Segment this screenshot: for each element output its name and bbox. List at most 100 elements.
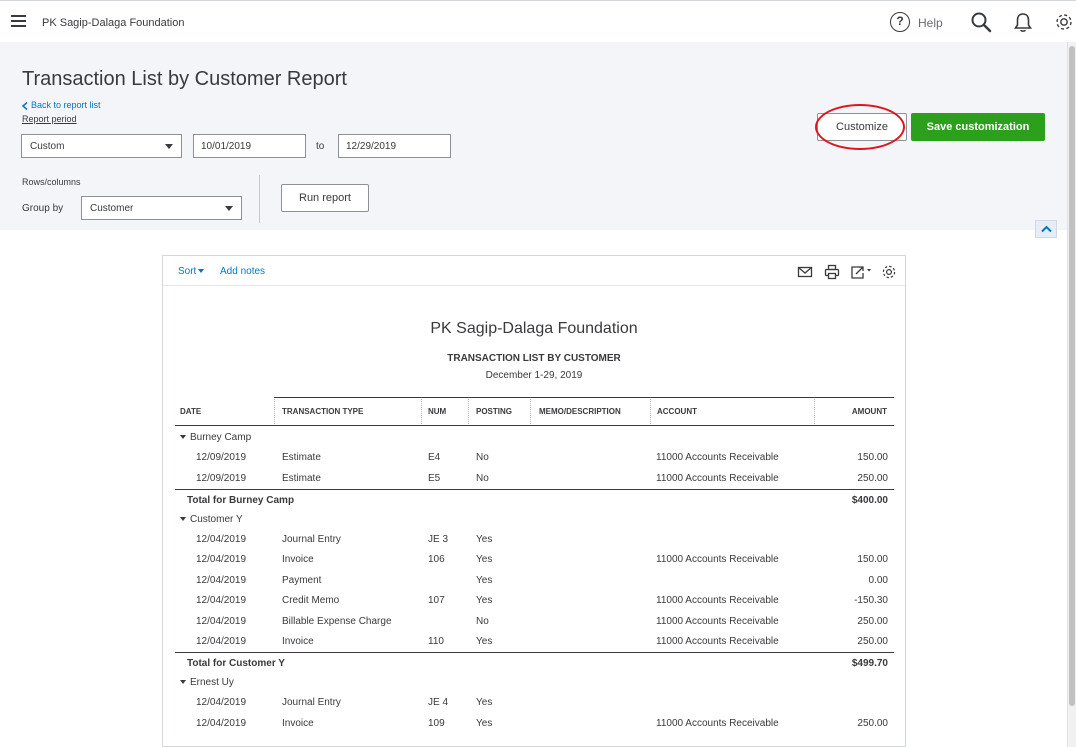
cell-transaction-type: Payment <box>282 574 322 586</box>
cell-amount: -150.30 <box>854 595 888 607</box>
cell-amount: 250.00 <box>857 717 888 729</box>
cell-num: E5 <box>428 472 441 484</box>
col-header-memo[interactable]: MEMO/DESCRIPTION <box>539 407 621 416</box>
chevron-down-icon <box>225 206 233 211</box>
back-to-report-list-link[interactable]: Back to report list <box>21 100 101 110</box>
chevron-down-icon <box>180 435 186 440</box>
cell-transaction-type: Journal Entry <box>282 697 341 709</box>
cell-date: 12/04/2019 <box>196 636 247 647</box>
cell-num: 109 <box>428 717 445 729</box>
col-header-transaction-type[interactable]: TRANSACTION TYPE <box>282 407 363 416</box>
table-row[interactable]: 12/04/2019 Credit Memo 107 Yes 11000 Account… <box>175 591 894 611</box>
company-name: PK Sagip-Dalaga Foundation <box>42 17 185 29</box>
chevron-left-icon <box>21 101 28 110</box>
report-date-range: December 1-29, 2019 <box>485 370 583 381</box>
report-title: TRANSACTION LIST BY CUSTOMER <box>447 353 621 364</box>
date-from-input[interactable]: 10/01/2019 <box>193 134 306 158</box>
col-header-account[interactable]: ACCOUNT <box>657 407 697 416</box>
header-rule <box>175 425 894 426</box>
cell-date: 12/04/2019 <box>196 717 247 729</box>
col-header-posting[interactable]: POSTING <box>476 407 512 416</box>
cell-account: 11000 Accounts Receivable <box>656 615 779 627</box>
total-label: Total for Burney Camp <box>187 495 295 507</box>
cell-posting: Yes <box>476 636 493 647</box>
print-icon[interactable] <box>824 264 840 280</box>
run-report-button[interactable]: Run report <box>281 184 369 212</box>
cell-num: JE 4 <box>428 697 449 709</box>
chevron-up-icon <box>1041 225 1052 233</box>
cell-posting: Yes <box>476 554 493 566</box>
cell-date: 12/09/2019 <box>196 452 247 464</box>
help-icon[interactable]: ? <box>890 12 910 32</box>
cell-amount: 150.00 <box>857 452 888 464</box>
save-customization-button[interactable]: Save customization <box>911 113 1045 141</box>
help-label[interactable]: Help <box>918 16 943 30</box>
header-rule <box>274 397 894 398</box>
table-row[interactable]: 12/04/2019 Invoice 109 Yes 11000 Accounts Re… <box>175 714 894 734</box>
date-to-input[interactable]: 12/29/2019 <box>338 134 451 158</box>
report-company-name: PK Sagip-Dalaga Foundation <box>430 320 638 337</box>
cell-date: 12/09/2019 <box>196 472 247 484</box>
col-header-amount[interactable]: AMOUNT <box>852 407 887 416</box>
add-notes-link[interactable]: Add notes <box>220 266 265 277</box>
bell-icon[interactable] <box>1013 12 1033 34</box>
col-header-date[interactable]: DATE <box>180 407 201 416</box>
cell-posting: Yes <box>476 717 493 729</box>
cell-transaction-type: Invoice <box>282 636 314 647</box>
table-row[interactable]: 12/09/2019 Estimate E5 No 11000 Accounts Rec… <box>175 469 894 489</box>
cell-transaction-type: Invoice <box>282 554 314 566</box>
cell-posting: Yes <box>476 574 493 586</box>
cell-account: 11000 Accounts Receivable <box>656 554 779 566</box>
table-row[interactable]: 12/09/2019 Estimate E4 No 11000 Accounts Rec… <box>175 448 894 468</box>
cell-date: 12/04/2019 <box>196 697 247 709</box>
cell-num: 110 <box>428 636 444 647</box>
cell-account: 11000 Accounts Receivable <box>656 452 779 464</box>
menu-icon[interactable] <box>11 15 26 27</box>
cell-transaction-type: Credit Memo <box>282 595 340 607</box>
cell-transaction-type: Invoice <box>282 717 314 729</box>
cell-amount: 150.00 <box>857 554 888 566</box>
cell-posting: No <box>476 472 489 484</box>
sort-dropdown[interactable]: Sort <box>178 266 205 277</box>
export-icon[interactable] <box>850 264 872 280</box>
table-row[interactable]: 12/04/2019 Payment Yes 0.00 <box>175 571 894 591</box>
total-amount: $400.00 <box>851 495 888 507</box>
cell-transaction-type: Estimate <box>282 472 321 484</box>
customer-group-row[interactable]: Burney Camp <box>175 428 894 448</box>
report-toolbar: Sort Add notes <box>163 256 905 286</box>
chevron-down-icon <box>198 269 205 274</box>
total-amount: $499.70 <box>851 658 888 670</box>
top-bar: PK Sagip-Dalaga Foundation ? Help <box>0 0 1076 42</box>
total-row: Total for Customer Y $499.70 <box>175 652 894 672</box>
gear-icon[interactable] <box>881 264 897 280</box>
customize-button[interactable]: Customize <box>817 113 907 141</box>
chevron-down-icon <box>165 144 173 149</box>
table-row[interactable]: 12/04/2019 Invoice 110 Yes 11000 Accounts Re… <box>175 632 894 652</box>
chevron-down-icon <box>180 516 186 521</box>
table-row[interactable]: 12/04/2019 Billable Expense Charge No 11000… <box>175 612 894 632</box>
report-period-select[interactable]: Custom <box>21 134 182 158</box>
rows-columns-label: Rows/columns <box>22 177 81 187</box>
cell-date: 12/04/2019 <box>196 574 247 586</box>
col-header-num[interactable]: NUM <box>428 407 446 416</box>
customer-group-row[interactable]: Customer Y <box>175 510 894 530</box>
page-title: Transaction List by Customer Report <box>22 68 347 90</box>
email-icon[interactable] <box>797 264 813 280</box>
cell-account: 11000 Accounts Receivable <box>656 717 779 729</box>
chevron-down-icon <box>180 680 186 685</box>
scrollbar[interactable] <box>1067 42 1076 747</box>
table-row[interactable]: 12/04/2019 Journal Entry JE 4 Yes <box>175 693 894 713</box>
cell-transaction-type: Journal Entry <box>282 534 341 545</box>
total-label: Total for Customer Y <box>187 658 285 670</box>
gear-icon[interactable] <box>1053 11 1075 33</box>
cell-posting: No <box>476 615 489 627</box>
table-row[interactable]: 12/04/2019 Journal Entry JE 3 Yes <box>175 530 894 550</box>
search-icon[interactable] <box>970 11 992 33</box>
group-by-select[interactable]: Customer <box>81 196 242 220</box>
cell-account: 11000 Accounts Receivable <box>656 472 779 484</box>
collapse-header-button[interactable] <box>1035 220 1057 238</box>
cell-num: 107 <box>428 595 445 607</box>
cell-transaction-type: Billable Expense Charge <box>282 615 392 627</box>
table-row[interactable]: 12/04/2019 Invoice 106 Yes 11000 Accounts Re… <box>175 550 894 570</box>
customer-group-row[interactable]: Ernest Uy <box>175 673 894 693</box>
